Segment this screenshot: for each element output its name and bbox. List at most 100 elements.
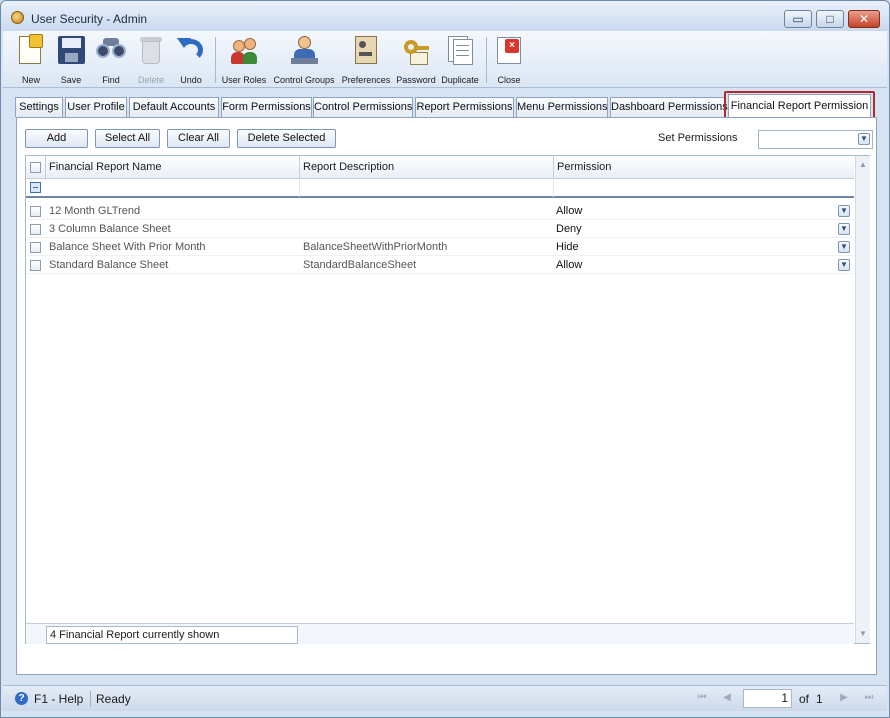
add-button[interactable]: Add xyxy=(25,129,88,148)
row-report-name: 12 Month GLTrend xyxy=(49,205,141,217)
table-row[interactable]: 3 Column Balance Sheet Deny ▼ xyxy=(26,220,854,238)
scroll-down-icon[interactable]: ▼ xyxy=(858,629,868,639)
chevron-down-icon[interactable]: ▼ xyxy=(838,205,850,217)
window-title: User Security - Admin xyxy=(31,12,148,26)
control-groups-button[interactable]: Control Groups xyxy=(270,34,338,87)
delete-button[interactable]: Delete xyxy=(129,34,173,87)
save-button[interactable]: Save xyxy=(49,34,93,87)
next-page-icon[interactable]: ▶ xyxy=(837,691,851,705)
filter-permission[interactable] xyxy=(554,180,854,197)
table-row[interactable]: Balance Sheet With Prior Month BalanceSh… xyxy=(26,238,854,256)
set-permissions-label: Set Permissions xyxy=(658,132,738,144)
control-groups-label: Control Groups xyxy=(273,75,335,85)
close-window-button[interactable]: ✕ xyxy=(848,10,880,28)
row-report-description: BalanceSheetWithPriorMonth xyxy=(303,241,448,253)
total-pages: 1 xyxy=(816,692,823,706)
filter-report-description[interactable] xyxy=(300,180,554,197)
column-header-permission[interactable]: Permission xyxy=(554,156,854,179)
chevron-down-icon[interactable]: ▼ xyxy=(838,241,850,253)
tab-default-accounts[interactable]: Default Accounts xyxy=(129,97,219,117)
table-row[interactable]: 12 Month GLTrend Allow ▼ xyxy=(26,202,854,220)
find-button[interactable]: Find xyxy=(89,34,133,87)
undo-label: Undo xyxy=(180,75,202,85)
password-button[interactable]: Password xyxy=(394,34,438,87)
status-bar: ? F1 - Help Ready ⏮ ◀ 1 of 1 ▶ ⏭ xyxy=(3,685,887,711)
chevron-down-icon[interactable]: ▼ xyxy=(838,259,850,271)
set-permissions-select[interactable]: ▼ xyxy=(758,130,873,149)
key-icon xyxy=(400,34,432,66)
tab-form-permissions[interactable]: Form Permissions xyxy=(221,97,312,117)
clear-all-button[interactable]: Clear All xyxy=(167,129,230,148)
row-permission[interactable]: Allow xyxy=(553,256,833,274)
new-label: New xyxy=(21,75,40,85)
grid-footer: 4 Financial Report currently shown xyxy=(26,623,854,644)
trash-can-icon xyxy=(135,34,167,66)
table-row[interactable]: Standard Balance Sheet StandardBalanceSh… xyxy=(26,256,854,274)
undo-button[interactable]: Undo xyxy=(169,34,213,87)
row-checkbox[interactable] xyxy=(30,242,41,253)
new-button[interactable]: New xyxy=(9,34,53,87)
delete-selected-button[interactable]: Delete Selected xyxy=(237,129,336,148)
chevron-down-icon[interactable]: ▼ xyxy=(838,223,850,235)
row-report-description xyxy=(300,220,554,238)
record-count: 4 Financial Report currently shown xyxy=(46,626,298,644)
user-workstation-icon xyxy=(288,34,320,66)
row-permission[interactable]: Hide xyxy=(553,238,833,256)
vertical-scrollbar[interactable]: ▲ ▼ xyxy=(855,156,870,643)
column-header-report-name[interactable]: Financial Report Name xyxy=(46,156,300,179)
filter-report-name[interactable] xyxy=(46,180,300,197)
row-report-name: Balance Sheet With Prior Month xyxy=(49,241,206,253)
grid-header: Financial Report Name Report Description… xyxy=(26,156,854,179)
preferences-label: Preferences xyxy=(341,75,391,85)
status-separator xyxy=(90,691,91,707)
previous-page-icon[interactable]: ◀ xyxy=(720,691,734,705)
minimize-button[interactable]: ▭ xyxy=(784,10,812,28)
binoculars-icon xyxy=(95,34,127,66)
row-checkbox[interactable] xyxy=(30,224,41,235)
row-report-name: 3 Column Balance Sheet xyxy=(49,223,171,235)
user-roles-label: User Roles xyxy=(221,75,267,85)
tab-report-permissions[interactable]: Report Permissions xyxy=(415,97,514,117)
title-bar[interactable]: User Security - Admin ▭ □ ✕ xyxy=(1,1,889,31)
tab-control-permissions[interactable]: Control Permissions xyxy=(313,97,413,117)
select-all-checkbox[interactable] xyxy=(30,162,41,173)
last-page-icon[interactable]: ⏭ xyxy=(862,691,876,705)
page-number-input[interactable]: 1 xyxy=(743,689,792,708)
toolbar: New Save Find Delete Undo User Roles Con… xyxy=(3,31,887,88)
header-select-cell xyxy=(26,156,46,179)
user-security-window: User Security - Admin ▭ □ ✕ New Save Fin… xyxy=(0,0,890,718)
preferences-panel-icon xyxy=(350,34,382,66)
row-checkbox[interactable] xyxy=(30,206,41,217)
page-of-label: of xyxy=(799,692,810,706)
first-page-icon[interactable]: ⏮ xyxy=(695,691,709,705)
preferences-button[interactable]: Preferences xyxy=(339,34,393,87)
user-roles-button[interactable]: User Roles xyxy=(218,34,270,87)
tab-user-profile[interactable]: User Profile xyxy=(65,97,127,117)
help-shortcut[interactable]: F1 - Help xyxy=(34,692,83,706)
help-icon[interactable]: ? xyxy=(15,692,28,705)
tab-dashboard-permissions[interactable]: Dashboard Permissions xyxy=(610,97,728,117)
row-permission[interactable]: Allow xyxy=(553,202,833,220)
column-header-report-description[interactable]: Report Description xyxy=(300,156,554,179)
row-checkbox[interactable] xyxy=(30,260,41,271)
floppy-disk-icon xyxy=(55,34,87,66)
close-window-icon: × xyxy=(493,34,525,66)
row-permission[interactable]: Deny xyxy=(553,220,833,238)
new-document-icon xyxy=(15,34,47,66)
scroll-up-icon[interactable]: ▲ xyxy=(858,160,868,170)
chevron-down-icon[interactable]: ▼ xyxy=(858,133,870,145)
close-button[interactable]: × Close xyxy=(487,34,531,87)
tab-settings[interactable]: Settings xyxy=(15,97,63,117)
undo-arrow-icon xyxy=(175,34,207,66)
financial-report-grid: Financial Report Name Report Description… xyxy=(25,155,870,644)
row-report-name: Standard Balance Sheet xyxy=(49,259,169,271)
maximize-button[interactable]: □ xyxy=(816,10,844,28)
select-all-button[interactable]: Select All xyxy=(95,129,160,148)
tab-menu-permissions[interactable]: Menu Permissions xyxy=(516,97,608,117)
toolbar-separator xyxy=(215,37,216,83)
row-report-description: StandardBalanceSheet xyxy=(303,259,417,271)
duplicate-button[interactable]: Duplicate xyxy=(438,34,482,87)
filter-collapse-icon[interactable] xyxy=(30,182,41,193)
row-report-description xyxy=(300,202,554,220)
close-label: Close xyxy=(497,75,521,85)
